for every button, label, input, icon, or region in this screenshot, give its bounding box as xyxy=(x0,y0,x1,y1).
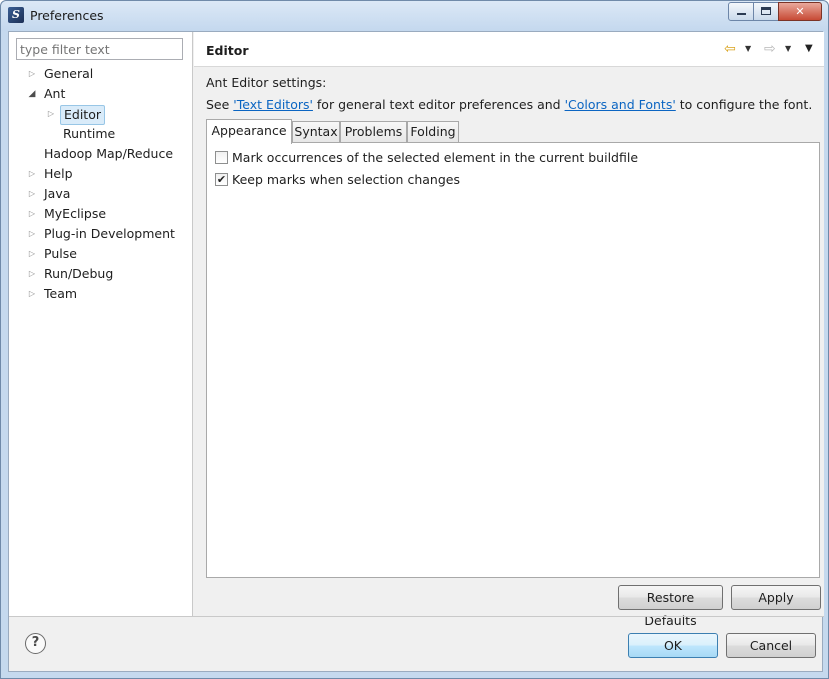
back-history-dropdown-icon[interactable]: ▼ xyxy=(745,41,751,57)
colors-and-fonts-link[interactable]: 'Colors and Fonts' xyxy=(565,97,676,112)
apply-button[interactable]: Apply xyxy=(731,585,821,610)
tree-item-label: Run/Debug xyxy=(44,266,114,281)
tree-item[interactable]: ▷ Help xyxy=(9,164,193,184)
tree-item[interactable]: ▷ General xyxy=(9,64,193,84)
keep-marks-label: Keep marks when selection changes xyxy=(232,172,460,187)
minimize-icon xyxy=(736,13,746,15)
forward-arrow-icon[interactable]: ⇨ xyxy=(764,41,776,57)
tree-item-label: Help xyxy=(44,166,73,181)
page-header: Editor ⇦ ▼ ⇨ ▼ ▼ xyxy=(194,32,824,67)
see-prefix: See xyxy=(206,97,234,112)
tree-item[interactable]: Hadoop Map/Reduce xyxy=(9,144,193,164)
minimize-button[interactable] xyxy=(728,2,754,21)
tree-item[interactable]: ◢ Ant xyxy=(9,84,193,104)
app-icon: S xyxy=(8,7,24,23)
collapsed-arrow-icon[interactable]: ▷ xyxy=(27,64,37,84)
view-menu-icon[interactable]: ▼ xyxy=(805,41,813,57)
tree-item-label: Ant xyxy=(44,86,66,101)
tab-folding[interactable]: Folding xyxy=(407,121,459,143)
maximize-icon xyxy=(761,7,771,15)
tree-item-label: Team xyxy=(44,286,78,301)
collapsed-arrow-icon[interactable]: ▷ xyxy=(27,184,37,204)
tree-item[interactable]: ▷ Pulse xyxy=(9,244,193,264)
collapsed-arrow-icon[interactable]: ▷ xyxy=(27,224,37,244)
dialog-body: ▷General◢Ant▷EditorRuntimeHadoop Map/Red… xyxy=(8,31,824,672)
collapsed-arrow-icon[interactable]: ▷ xyxy=(27,264,37,284)
tree-item-label: Java xyxy=(44,186,71,201)
tree-item[interactable]: ▷ Java xyxy=(9,184,193,204)
page-title: Editor xyxy=(206,43,249,58)
tree-item[interactable]: ▷ Editor xyxy=(9,104,193,125)
tree-item-label: Editor xyxy=(60,105,105,125)
preference-page: Editor ⇦ ▼ ⇨ ▼ ▼ Ant Editor settings: Se… xyxy=(194,32,824,628)
help-icon[interactable]: ? xyxy=(25,633,46,654)
preferences-window: S Preferences ✕ ▷General◢Ant▷EditorRunti… xyxy=(0,0,829,679)
text-editors-link[interactable]: 'Text Editors' xyxy=(233,97,313,112)
tree-item-label: Runtime xyxy=(63,126,116,141)
close-icon: ✕ xyxy=(795,5,805,18)
back-arrow-icon[interactable]: ⇦ xyxy=(724,41,736,57)
collapsed-arrow-icon[interactable]: ▷ xyxy=(27,204,37,224)
tab-appearance[interactable]: Appearance xyxy=(206,119,292,144)
tree-item[interactable]: ▷ Plug-in Development xyxy=(9,224,193,244)
collapsed-arrow-icon[interactable]: ▷ xyxy=(27,244,37,264)
tree-item-label: Plug-in Development xyxy=(44,226,175,241)
divider xyxy=(9,616,824,617)
tree-item-label: General xyxy=(44,66,94,81)
see-also-text: See 'Text Editors' for general text edit… xyxy=(206,97,812,112)
filter-input[interactable] xyxy=(16,38,183,60)
tree-item[interactable]: ▷ Team xyxy=(9,284,193,304)
tree-item[interactable]: Runtime xyxy=(9,124,193,144)
tree-item[interactable]: ▷ Run/Debug xyxy=(9,264,193,284)
restore-defaults-button[interactable]: Restore Defaults xyxy=(618,585,723,628)
appearance-tab-panel: Mark occurrences of the selected element… xyxy=(206,142,820,578)
cancel-button[interactable]: Cancel xyxy=(726,633,816,658)
collapsed-arrow-icon[interactable]: ▷ xyxy=(27,164,37,184)
collapsed-arrow-icon[interactable]: ▷ xyxy=(46,104,56,124)
mark-occurrences-checkbox[interactable] xyxy=(215,151,228,164)
tree-item-label: MyEclipse xyxy=(44,206,107,221)
ok-button[interactable]: OK xyxy=(628,633,718,658)
tree-item[interactable]: ▷ MyEclipse xyxy=(9,204,193,224)
collapsed-arrow-icon[interactable]: ▷ xyxy=(27,284,37,304)
tree-item-label: Hadoop Map/Reduce xyxy=(44,146,174,161)
title-bar[interactable]: S Preferences ✕ xyxy=(1,1,828,31)
maximize-button[interactable] xyxy=(753,2,779,21)
settings-label: Ant Editor settings: xyxy=(206,75,327,90)
see-middle: for general text editor preferences and xyxy=(312,97,565,112)
forward-history-dropdown-icon[interactable]: ▼ xyxy=(785,41,791,57)
window-title: Preferences xyxy=(30,8,104,23)
see-suffix: to configure the font. xyxy=(675,97,813,112)
tab-syntax[interactable]: Syntax xyxy=(292,121,340,143)
expanded-arrow-icon[interactable]: ◢ xyxy=(27,84,37,104)
tab-problems[interactable]: Problems xyxy=(340,121,407,143)
preference-tree-pane: ▷General◢Ant▷EditorRuntimeHadoop Map/Red… xyxy=(9,32,193,616)
tree-item-label: Pulse xyxy=(44,246,77,261)
close-button[interactable]: ✕ xyxy=(778,2,822,21)
mark-occurrences-label: Mark occurrences of the selected element… xyxy=(232,150,639,165)
keep-marks-checkbox[interactable]: ✔ xyxy=(215,173,228,186)
